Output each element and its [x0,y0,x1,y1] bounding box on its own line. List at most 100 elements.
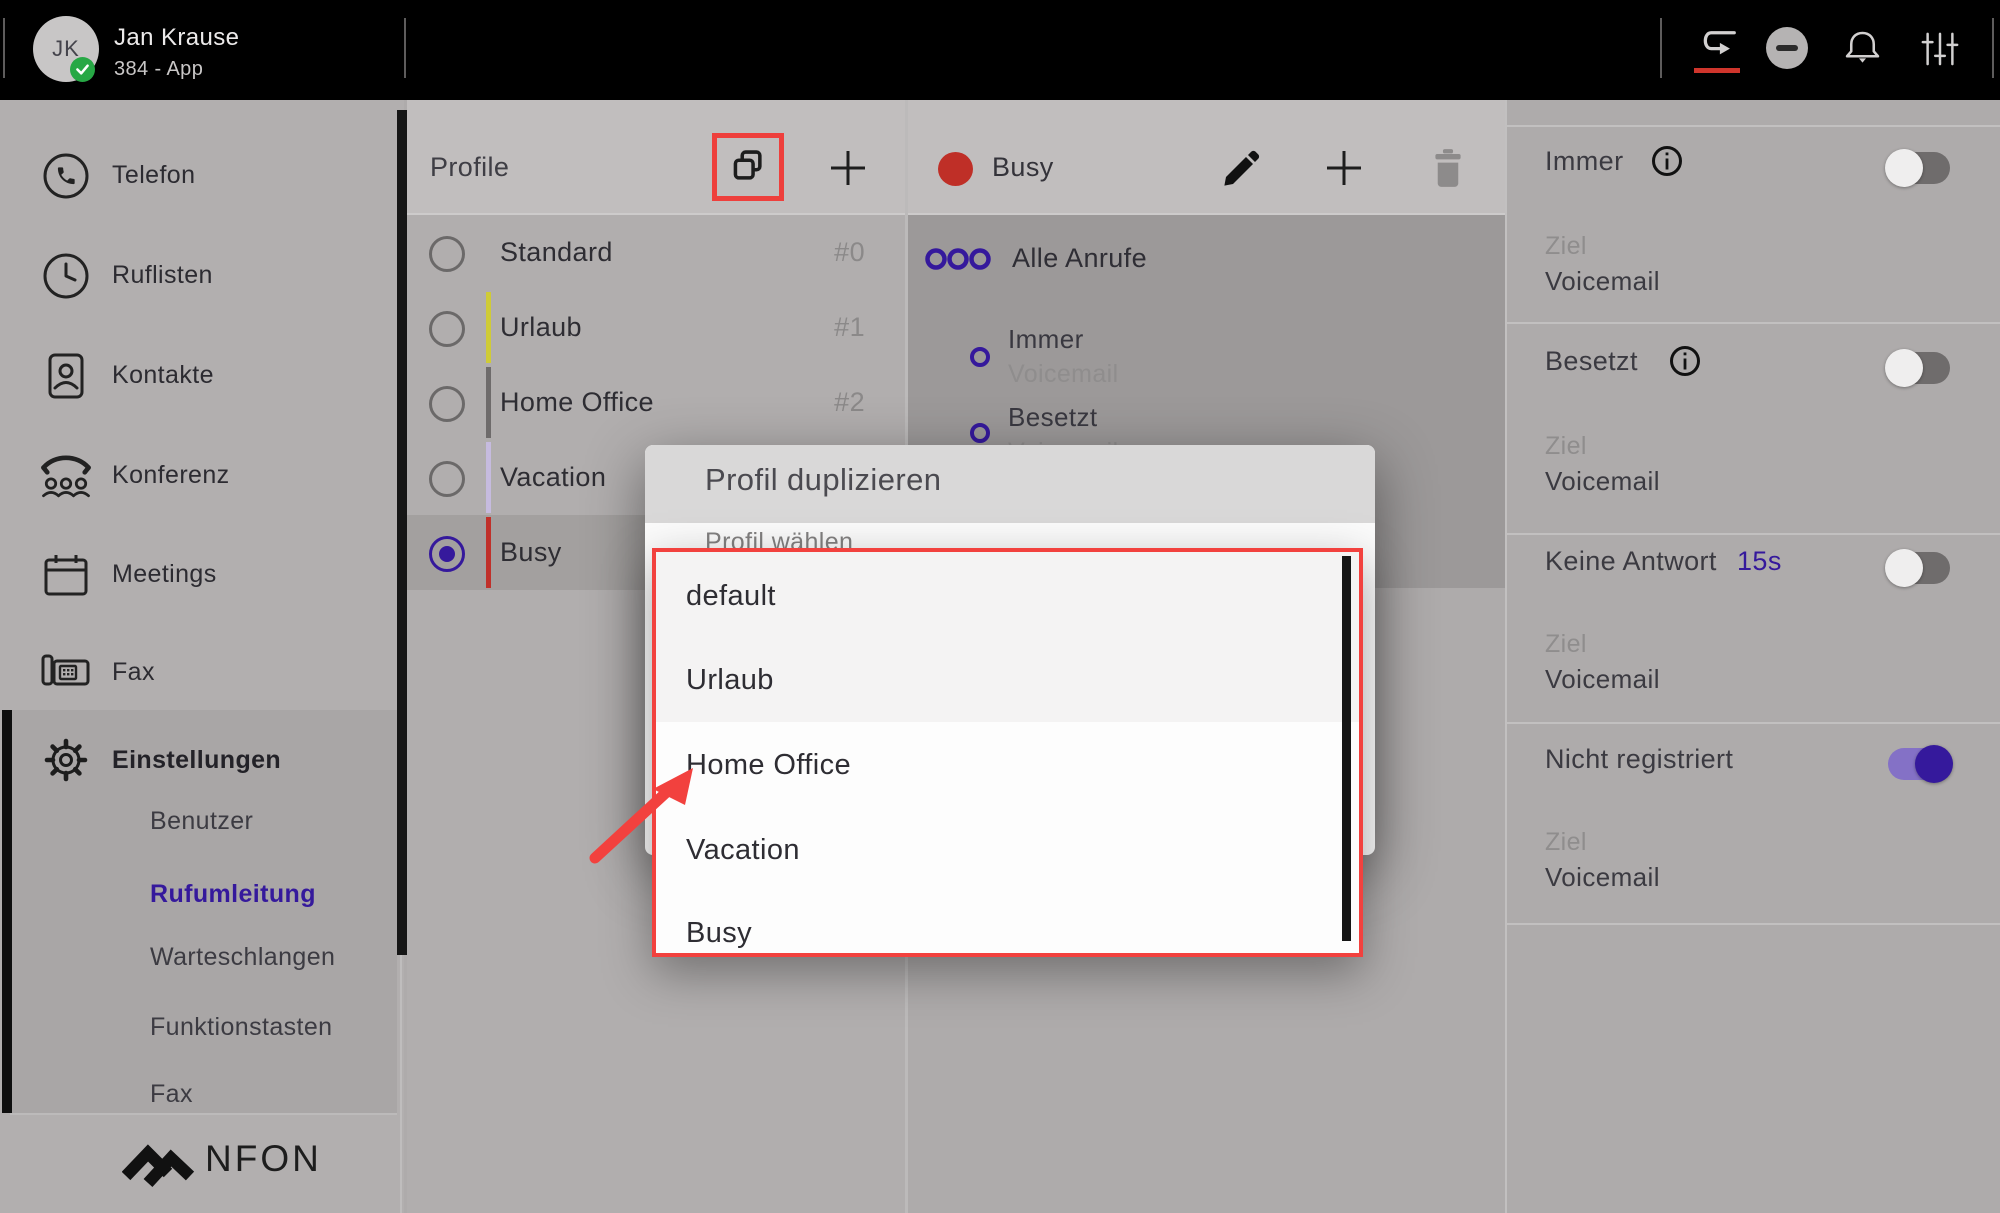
nfon-logo-icon [122,1126,196,1188]
forwarding-label-keine-antwort: Keine Antwort [1545,546,1717,577]
rule-target: Voicemail [1008,360,1119,389]
forwarding-label-nicht-registriert: Nicht registriert [1545,744,1733,775]
profile-color-bar [486,517,491,588]
profile-name[interactable]: Urlaub [500,312,582,343]
profile-color-bar [486,292,491,363]
forwarding-label-immer: Immer [1545,146,1624,177]
sidebar-item-ruflisten[interactable]: Ruflisten [112,261,213,290]
divider [404,18,406,78]
calendar-icon [40,550,92,602]
dropdown-scrollbar[interactable] [1342,556,1351,941]
profile-radio-standard[interactable] [429,236,465,272]
add-rule-icon[interactable] [1324,148,1364,188]
profile-radio-urlaub[interactable] [429,311,465,347]
conference-icon [36,452,96,502]
toggle-keine-antwort[interactable] [1888,552,1950,584]
user-extension: 384 - App [114,58,203,81]
profile-name[interactable]: Busy [500,537,562,568]
sidebar-item-konferenz[interactable]: Konferenz [112,461,230,490]
target-value: Voicemail [1545,466,1660,497]
profile-color-bar [486,442,491,513]
divider [400,955,402,1213]
divider [1992,18,1994,78]
profile-number: #1 [780,312,865,343]
profile-radio-busy[interactable] [429,536,465,572]
profile-name[interactable]: Home Office [500,387,654,418]
sidebar-item-kontakte[interactable]: Kontakte [112,361,214,390]
divider [10,1113,397,1115]
profile-column-title: Profile [430,152,509,183]
all-calls-icon [924,246,994,272]
sidebar-item-fax-settings[interactable]: Fax [150,1080,193,1109]
dialog-title: Profil duplizieren [705,462,941,498]
forwarding-label-besetzt: Besetzt [1545,346,1638,377]
sidebar-edge-bar [397,110,407,955]
divider [1505,100,1507,1213]
profile-name[interactable]: Vacation [500,462,606,493]
divider [1507,722,2000,724]
dropdown-option-default[interactable]: default [686,580,776,613]
do-not-disturb-icon[interactable] [1766,27,1808,69]
add-profile-icon[interactable] [828,148,868,188]
divider [1507,322,2000,324]
check-icon [74,61,91,78]
sidebar-item-meetings[interactable]: Meetings [112,560,217,589]
divider [1507,923,2000,925]
edit-icon[interactable] [1220,146,1264,190]
sidebar-item-einstellungen[interactable]: Einstellungen [112,746,281,775]
sidebar-item-telefon[interactable]: Telefon [112,161,195,190]
toggle-besetzt[interactable] [1888,352,1950,384]
user-name: Jan Krause [114,24,239,52]
top-bar: JK Jan Krause 384 - App [0,0,2000,100]
rule-title[interactable]: Immer [1008,324,1084,355]
target-label: Ziel [1545,630,1587,659]
active-tab-underline [1694,68,1740,73]
gear-icon [40,734,92,786]
sliders-icon[interactable] [1918,27,1962,71]
timeout-value[interactable]: 15s [1737,546,1782,577]
contact-card-icon [40,350,92,402]
bell-icon[interactable] [1840,26,1885,71]
dropdown-option-vacation[interactable]: Vacation [686,834,800,867]
status-available-badge [70,57,95,82]
rule-bullet-icon [968,345,992,369]
dropdown-option-busy[interactable]: Busy [686,917,752,950]
sidebar-item-warteschlangen[interactable]: Warteschlangen [150,943,335,972]
divider [1507,125,2000,127]
dropdown-option-home-office[interactable]: Home Office [686,749,851,782]
active-profile-name: Busy [992,152,1054,183]
info-icon[interactable] [1668,344,1702,378]
divider [3,18,5,78]
fax-icon [40,648,94,696]
profile-color-bar [486,367,491,438]
toggle-immer[interactable] [1888,152,1950,184]
target-value: Voicemail [1545,862,1660,893]
target-value: Voicemail [1545,266,1660,297]
profile-name[interactable]: Standard [500,237,613,268]
divider [1660,18,1662,78]
toggle-nicht-registriert[interactable] [1888,748,1950,780]
annotation-highlight-box [712,133,784,201]
rule-group-title[interactable]: Alle Anrufe [1012,243,1147,274]
profile-radio-vacation[interactable] [429,461,465,497]
profile-number: #0 [780,237,865,268]
profile-select-dropdown: default Urlaub Home Office Vacation Busy [652,548,1363,957]
sidebar-item-fax[interactable]: Fax [112,658,155,687]
nfon-logo-text: NFON [205,1138,322,1180]
profile-radio-home-office[interactable] [429,386,465,422]
target-label: Ziel [1545,432,1587,461]
rule-title[interactable]: Besetzt [1008,402,1098,433]
sidebar-item-funktionstasten[interactable]: Funktionstasten [150,1013,333,1042]
call-forward-icon[interactable] [1694,24,1740,66]
profile-status-dot [938,152,973,186]
dropdown-option-urlaub[interactable]: Urlaub [686,664,774,697]
target-label: Ziel [1545,232,1587,261]
delete-icon[interactable] [1430,148,1466,188]
sidebar-item-rufumleitung[interactable]: Rufumleitung [150,880,316,909]
duplicate-profile-icon[interactable] [730,148,768,186]
phone-icon [40,150,92,202]
target-value: Voicemail [1545,664,1660,695]
active-section-bar [2,710,12,1113]
info-icon[interactable] [1650,144,1684,178]
sidebar-item-benutzer[interactable]: Benutzer [150,807,253,836]
